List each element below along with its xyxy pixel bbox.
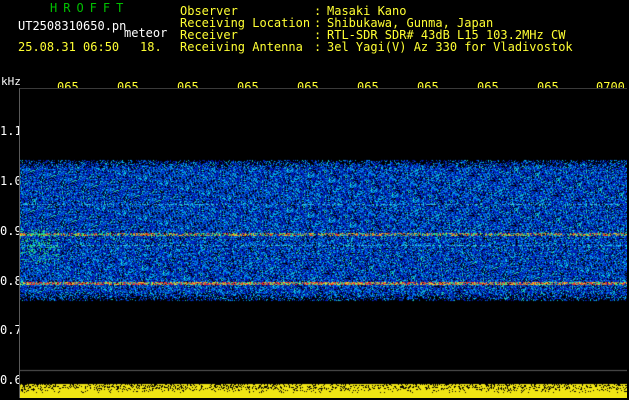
station-info-separators: : : : : — [314, 5, 321, 53]
meteor-overlay-label: meteor — [124, 26, 168, 40]
y-axis-unit: kHz — [1, 75, 21, 88]
spectrogram-canvas[interactable] — [19, 88, 627, 398]
antenna-label: Receiving Antenna — [180, 40, 303, 54]
app-brand-title: HROFFT — [50, 1, 130, 15]
file-name: UT2508310650.pn — [18, 19, 127, 33]
capture-seconds: 18. — [140, 40, 162, 54]
station-info-labels: Observer Receiving Location Receiver Rec… — [180, 5, 310, 53]
station-info-values: Masaki Kano Shibukawa, Gunma, Japan RTL-… — [327, 5, 573, 53]
antenna-value: 3el Yagi(V) Az 330 for Vladivostok — [327, 40, 573, 54]
capture-datetime: 25.08.31 06:50 — [18, 40, 120, 54]
antenna-colon: : — [314, 40, 322, 54]
